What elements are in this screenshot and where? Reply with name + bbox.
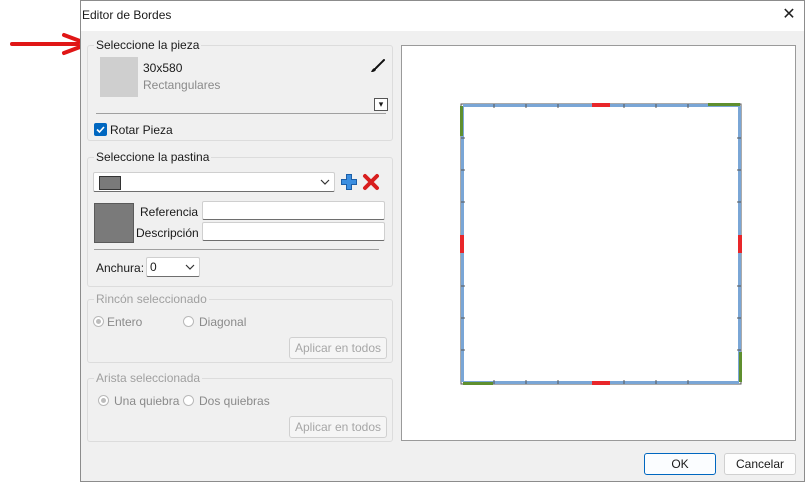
pastina-preview-swatch [94,203,134,243]
edge-option-dos: Dos quiebras [199,394,270,408]
corner-marker-bl [463,382,493,385]
referencia-label: Referencia [140,205,199,219]
piece-size: 30x580 [143,61,183,75]
corner-option-diagonal: Diagonal [199,315,247,329]
piece-group: Seleccione la pieza 30x580 Rectangulares… [87,38,393,141]
cancel-button[interactable]: Cancelar [724,453,796,475]
edge-group: Arista seleccionada Una quiebra Dos quie… [87,371,393,442]
piece-thumbnail[interactable] [100,57,138,97]
pastina-group: Seleccione la pastina Referencia Descrip… [87,150,393,287]
corner-radio-diagonal[interactable] [183,316,194,327]
corner-marker-tr [708,103,740,106]
anchura-value: 0 [150,260,157,274]
title-bar: Editor de Bordes ✕ [81,1,804,31]
anchura-label: Anchura: [96,261,145,275]
corner-legend: Rincón seleccionado [94,292,209,306]
chevron-down-icon [185,264,195,270]
brush-icon[interactable] [370,58,386,74]
border-diagram [460,103,742,385]
piece-dropdown-button[interactable]: ▾ [374,98,388,111]
piece-type: Rectangulares [143,78,221,92]
plus-icon[interactable] [340,173,358,191]
descripcion-label: Descripción [136,226,199,240]
pastina-separator [94,249,379,250]
edge-radio-dos[interactable] [183,395,194,406]
pastina-color-select[interactable] [93,172,335,192]
ok-button[interactable]: OK [644,453,716,475]
edge-legend: Arista seleccionada [94,371,203,385]
close-icon[interactable]: ✕ [778,4,800,26]
piece-separator [96,113,386,114]
rotate-checkbox[interactable] [94,123,107,136]
corner-option-entero: Entero [107,315,143,329]
check-icon [96,126,105,134]
chevron-down-icon: ▾ [378,99,384,109]
piece-legend: Seleccione la pieza [94,38,202,52]
chevron-down-icon [320,179,330,185]
edge-marker-top [592,103,610,107]
edge-option-una: Una quiebra [114,394,180,408]
border-preview-canvas[interactable] [401,45,796,441]
referencia-input[interactable] [202,201,385,220]
edge-marker-left [460,235,464,253]
descripcion-input[interactable] [202,222,385,241]
window-title: Editor de Bordes [82,8,172,22]
corner-group: Rincón seleccionado Entero Diagonal Apli… [87,292,393,363]
anchura-select[interactable]: 0 [146,257,200,277]
corner-marker-tl [460,106,463,136]
edge-marker-bottom [592,381,610,385]
corner-marker-br [739,352,742,382]
edge-apply-all-button[interactable]: Aplicar en todos [289,416,387,438]
editor-bordes-dialog: Editor de Bordes ✕ Seleccione la pieza 3… [80,0,805,482]
edge-radio-una[interactable] [98,395,109,406]
rotate-label[interactable]: Rotar Pieza [110,123,173,137]
x-icon[interactable] [362,173,380,191]
edge-marker-right [738,235,742,253]
pastina-legend: Seleccione la pastina [94,150,212,164]
corner-apply-all-button[interactable]: Aplicar en todos [289,337,387,359]
corner-radio-entero[interactable] [93,316,104,327]
pastina-color-swatch [99,176,121,190]
